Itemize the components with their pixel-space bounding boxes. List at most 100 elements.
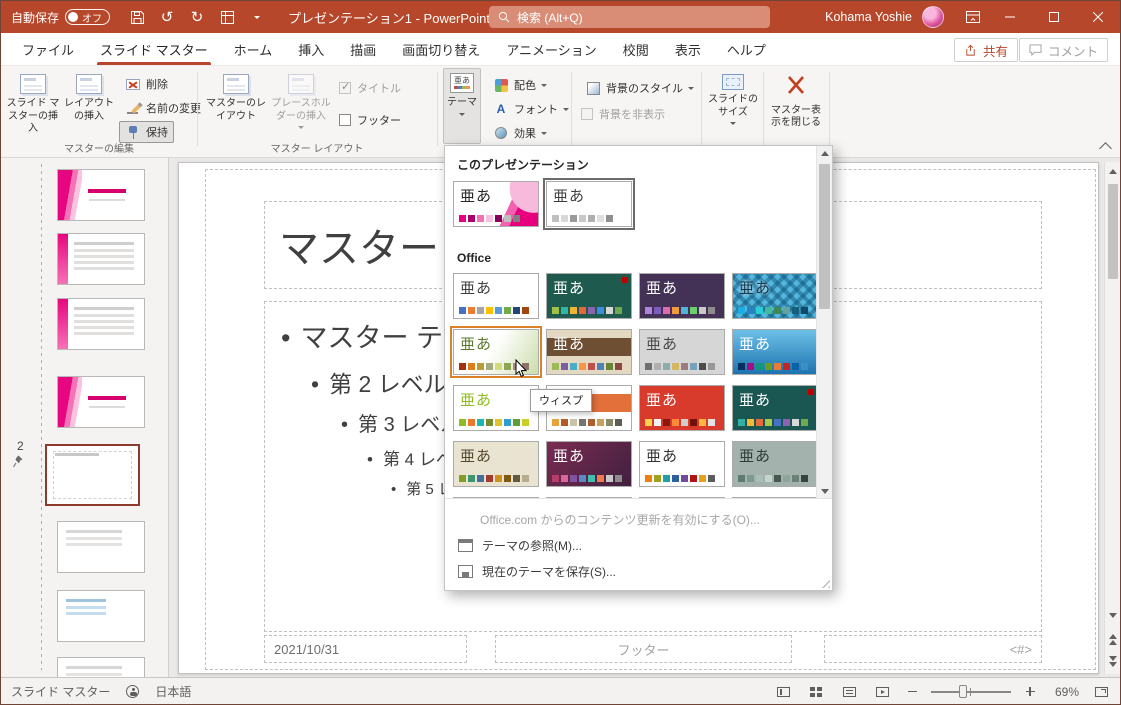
footer-placeholder[interactable]: フッター	[495, 635, 792, 663]
user-name[interactable]: Kohama Yoshie	[825, 10, 912, 24]
tab-挿入[interactable]: 挿入	[285, 33, 337, 65]
themes-footer-item[interactable]: 現在のテーマを保存(S)...	[445, 558, 832, 584]
tab-ホーム[interactable]: ホーム	[221, 33, 286, 65]
zoom-slider-handle[interactable]	[959, 684, 967, 698]
delete-button[interactable]: 削除	[119, 73, 174, 95]
tab-ファイル[interactable]: ファイル	[9, 33, 87, 65]
tab-描画[interactable]: 描画	[337, 33, 389, 65]
rename-button[interactable]: 名前の変更	[119, 97, 207, 119]
theme-tile[interactable]: 亜あ	[546, 441, 632, 487]
language-label[interactable]: 日本語	[155, 683, 191, 700]
insert-layout-button[interactable]: レイアウトの挿入	[63, 69, 115, 149]
search-box[interactable]: 検索 (Alt+Q)	[489, 6, 770, 28]
swatch	[504, 363, 511, 370]
fit-to-window-button[interactable]	[1090, 682, 1112, 702]
tab-表示[interactable]: 表示	[662, 33, 714, 65]
theme-tile[interactable]: 亜あ	[453, 385, 539, 431]
background-styles-button[interactable]: 背景のスタイル	[579, 77, 700, 99]
themes-scroll-thumb[interactable]	[819, 164, 830, 309]
normal-view-button[interactable]	[772, 682, 794, 702]
slideshow-button[interactable]	[871, 682, 893, 702]
slide-sorter-button[interactable]	[805, 682, 827, 702]
close-button[interactable]	[1076, 1, 1120, 33]
themes-footer-item[interactable]: テーマの参照(M)...	[445, 532, 832, 558]
slide-thumbnail[interactable]	[57, 298, 145, 350]
undo-button[interactable]: ↺	[154, 4, 180, 30]
slide-size-button[interactable]: スライドのサイズ	[705, 69, 761, 149]
zoom-out-button[interactable]	[904, 684, 920, 700]
theme-tile[interactable]: 亜あ	[546, 329, 632, 375]
slide-thumbnail[interactable]	[57, 590, 145, 642]
slide-thumbnail[interactable]	[57, 376, 145, 428]
next-slide-button[interactable]	[1105, 652, 1120, 670]
tab-ヘルプ[interactable]: ヘルプ	[714, 33, 779, 65]
previous-slide-button[interactable]	[1105, 630, 1120, 648]
redo-button[interactable]: ↻	[184, 4, 210, 30]
theme-tile[interactable]: 亜あ	[639, 329, 725, 375]
minimize-icon	[1005, 16, 1015, 18]
theme-tile[interactable]: 亜あ	[453, 273, 539, 319]
ribbon-display-options-button[interactable]	[958, 1, 988, 33]
date-placeholder[interactable]: 2021/10/31	[264, 635, 467, 663]
autosave-control[interactable]: 自動保存 オフ	[11, 9, 111, 26]
scroll-up-button[interactable]	[1105, 164, 1120, 179]
comments-button[interactable]: コメント	[1018, 38, 1108, 62]
theme-tile[interactable]: 亜あ	[543, 178, 635, 230]
slide-thumbnail[interactable]	[57, 233, 145, 285]
theme-tile[interactable]: 亜あ	[732, 329, 816, 375]
avatar[interactable]	[922, 6, 944, 28]
maximize-button[interactable]	[1032, 1, 1076, 33]
collapse-ribbon-button[interactable]	[1099, 142, 1112, 155]
slide-thumbnail[interactable]	[57, 169, 145, 221]
theme-tile[interactable]: 亜あ	[453, 181, 539, 227]
slide-thumbnail[interactable]	[57, 521, 145, 573]
theme-tile[interactable]: 亜あ	[546, 273, 632, 319]
zoom-slider[interactable]	[931, 684, 1011, 698]
theme-tile[interactable]: 亜あ	[450, 326, 542, 378]
theme-tile[interactable]: 亜あ	[639, 273, 725, 319]
theme-tile[interactable]: 亜あ	[639, 385, 725, 431]
customize-qat-button[interactable]	[244, 4, 270, 30]
slide-thumbnail[interactable]	[57, 657, 145, 677]
zoom-percent-label[interactable]: 69%	[1049, 685, 1079, 699]
minimize-button[interactable]	[988, 1, 1032, 33]
master-layout-button[interactable]: マスターのレイアウト	[205, 69, 267, 149]
insert-slide-master-button[interactable]: スライド マスターの挿入	[5, 69, 61, 149]
vertical-scrollbar[interactable]	[1104, 162, 1120, 674]
scroll-down-button[interactable]	[1105, 608, 1120, 623]
tab-校閲[interactable]: 校閲	[610, 33, 662, 65]
tab-アニメーション[interactable]: アニメーション	[493, 33, 609, 65]
accessibility-icon[interactable]	[126, 685, 140, 698]
slide-thumbnail[interactable]	[45, 444, 140, 506]
theme-tile[interactable]: 亜あ	[639, 441, 725, 487]
themes-scroll-up[interactable]	[817, 146, 832, 161]
effects-button[interactable]: 効果	[487, 122, 553, 144]
reading-view-button[interactable]	[838, 682, 860, 702]
tab-スライド マスター[interactable]: スライド マスター	[87, 33, 221, 65]
themes-scrollbar[interactable]	[816, 146, 832, 500]
tab-画面切り替え[interactable]: 画面切り替え	[389, 33, 493, 65]
theme-tile[interactable]: 亜あ	[732, 441, 816, 487]
footer-checkbox[interactable]: フッター	[339, 111, 401, 129]
touch-mode-button[interactable]	[214, 4, 240, 30]
theme-sample-text: 亜あ	[460, 280, 493, 297]
slide-number-placeholder[interactable]: <#>	[824, 635, 1042, 663]
zoom-in-button[interactable]	[1022, 684, 1038, 700]
close-master-view-button[interactable]: マスター表示を閉じる	[767, 69, 825, 149]
autosave-toggle[interactable]: オフ	[65, 9, 111, 25]
share-button[interactable]: 共有	[953, 38, 1018, 62]
themes-button[interactable]: 亜あ テーマ	[443, 68, 481, 144]
save-button[interactable]	[124, 4, 150, 30]
fonts-button[interactable]: A フォント	[487, 98, 575, 120]
swatch	[504, 419, 511, 426]
hide-background-checkbox[interactable]: 背景を非表示	[581, 105, 665, 123]
colors-button[interactable]: 配色	[487, 74, 553, 96]
themes-scroll-down[interactable]	[817, 484, 832, 499]
chevron-down-icon	[541, 131, 547, 135]
theme-tile[interactable]: 亜あ	[453, 441, 539, 487]
theme-tile[interactable]: 亜あ	[732, 273, 816, 319]
scrollbar-thumb[interactable]	[1108, 184, 1118, 279]
theme-tile[interactable]: 亜あ	[732, 385, 816, 431]
title-checkbox[interactable]: タイトル	[339, 79, 401, 97]
insert-placeholder-button[interactable]: プレースホルダーの挿入	[269, 69, 333, 149]
